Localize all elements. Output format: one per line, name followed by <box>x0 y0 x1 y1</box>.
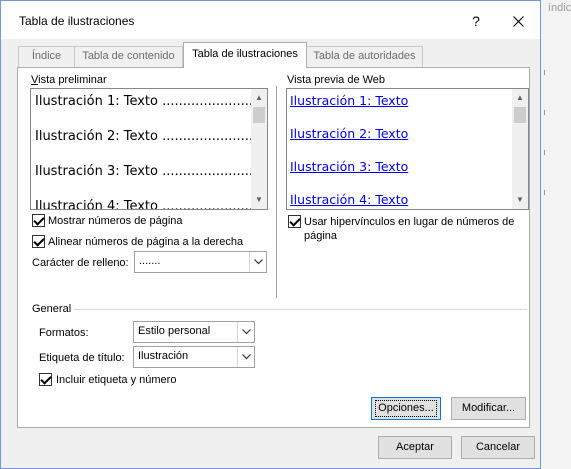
scroll-down-icon[interactable]: ▼ <box>512 193 528 207</box>
print-preview-line: Ilustración 1: Texto ...................… <box>35 94 267 109</box>
ok-button[interactable]: Aceptar <box>378 436 452 459</box>
dialog-title: Tabla de ilustraciones <box>19 14 135 28</box>
tab-table-of-figures[interactable]: Tabla de ilustraciones <box>183 42 307 68</box>
web-preview-link[interactable]: Ilustración 4: Texto <box>290 192 408 207</box>
print-preview-box[interactable]: Ilustración 1: Texto ...................… <box>30 88 268 210</box>
use-hyperlinks-label-line2[interactable]: página <box>304 230 337 242</box>
caption-label-label: Etiqueta de título: <box>39 352 125 364</box>
print-preview-line: Ilustración 2: Texto ...................… <box>35 129 267 144</box>
web-preview-box[interactable]: Ilustración 1: Texto Ilustración 2: Text… <box>286 88 529 210</box>
web-preview-link[interactable]: Ilustración 2: Texto <box>290 126 408 141</box>
right-align-label[interactable]: Alinear números de página a la derecha <box>48 236 243 248</box>
web-preview-label: Vista previa de Web <box>287 74 386 86</box>
print-preview-line: Ilustración 3: Texto ...................… <box>35 164 267 179</box>
cancel-button[interactable]: Cancelar <box>461 436 535 459</box>
include-label-label[interactable]: Incluir etiqueta y número <box>56 374 176 386</box>
scroll-thumb[interactable] <box>514 107 526 123</box>
include-label-checkbox[interactable] <box>39 373 52 386</box>
table-of-figures-dialog: Tabla de ilustraciones ? Índice Tabla de… <box>0 0 541 469</box>
modify-button[interactable]: Modificar... <box>451 397 526 420</box>
title-bar: Tabla de ilustraciones ? <box>1 1 540 39</box>
tab-index[interactable]: Índice <box>18 46 75 67</box>
show-page-numbers-checkbox[interactable] <box>32 214 45 227</box>
caption-label-value: Ilustración <box>138 350 189 362</box>
chevron-down-icon[interactable] <box>237 347 254 367</box>
general-divider <box>74 309 527 310</box>
tab-table-of-authorities[interactable]: Tabla de autoridades <box>306 46 423 67</box>
show-page-numbers-label[interactable]: Mostrar números de página <box>48 215 183 227</box>
options-button[interactable]: Opciones... <box>371 397 441 420</box>
formats-label: Formatos: <box>39 327 89 339</box>
right-align-checkbox[interactable] <box>32 235 45 248</box>
use-hyperlinks-label[interactable]: Usar hipervínculos en lugar de números d… <box>304 216 514 228</box>
tab-leader-select[interactable]: ....... <box>134 251 267 273</box>
scroll-down-icon[interactable]: ▼ <box>251 193 267 207</box>
vertical-divider <box>276 86 277 298</box>
use-hyperlinks-checkbox[interactable] <box>288 215 301 228</box>
web-preview-link[interactable]: Ilustración 3: Texto <box>290 159 408 174</box>
scroll-up-icon[interactable]: ▲ <box>512 91 528 105</box>
chevron-down-icon[interactable] <box>249 252 266 272</box>
tab-leader-label: Carácter de relleno: <box>32 257 129 269</box>
formats-select[interactable]: Estilo personal <box>133 321 255 343</box>
close-button[interactable] <box>506 11 530 31</box>
tab-leader-value: ....... <box>139 255 161 267</box>
formats-value: Estilo personal <box>138 325 211 337</box>
caption-label-select[interactable]: Ilustración <box>133 346 255 368</box>
print-preview-label: Vista preliminar <box>31 74 107 86</box>
general-group-label: General <box>32 303 72 315</box>
scroll-thumb[interactable] <box>253 107 265 123</box>
background-document-strip <box>540 0 571 469</box>
tab-table-of-contents[interactable]: Tabla de contenido <box>74 46 183 67</box>
print-preview-scrollbar[interactable]: ▲ ▼ <box>251 89 267 209</box>
web-preview-scrollbar[interactable]: ▲ ▼ <box>512 89 528 209</box>
print-preview-line: Ilustración 4: Texto ...................… <box>35 199 267 210</box>
print-preview-label-rest: ista preliminar <box>38 74 107 86</box>
web-preview-link[interactable]: Ilustración 1: Texto <box>290 93 408 108</box>
background-ribbon-text: índic <box>548 2 571 14</box>
help-button[interactable]: ? <box>465 11 487 31</box>
scroll-up-icon[interactable]: ▲ <box>251 91 267 105</box>
close-icon <box>512 16 524 27</box>
chevron-down-icon[interactable] <box>237 322 254 342</box>
